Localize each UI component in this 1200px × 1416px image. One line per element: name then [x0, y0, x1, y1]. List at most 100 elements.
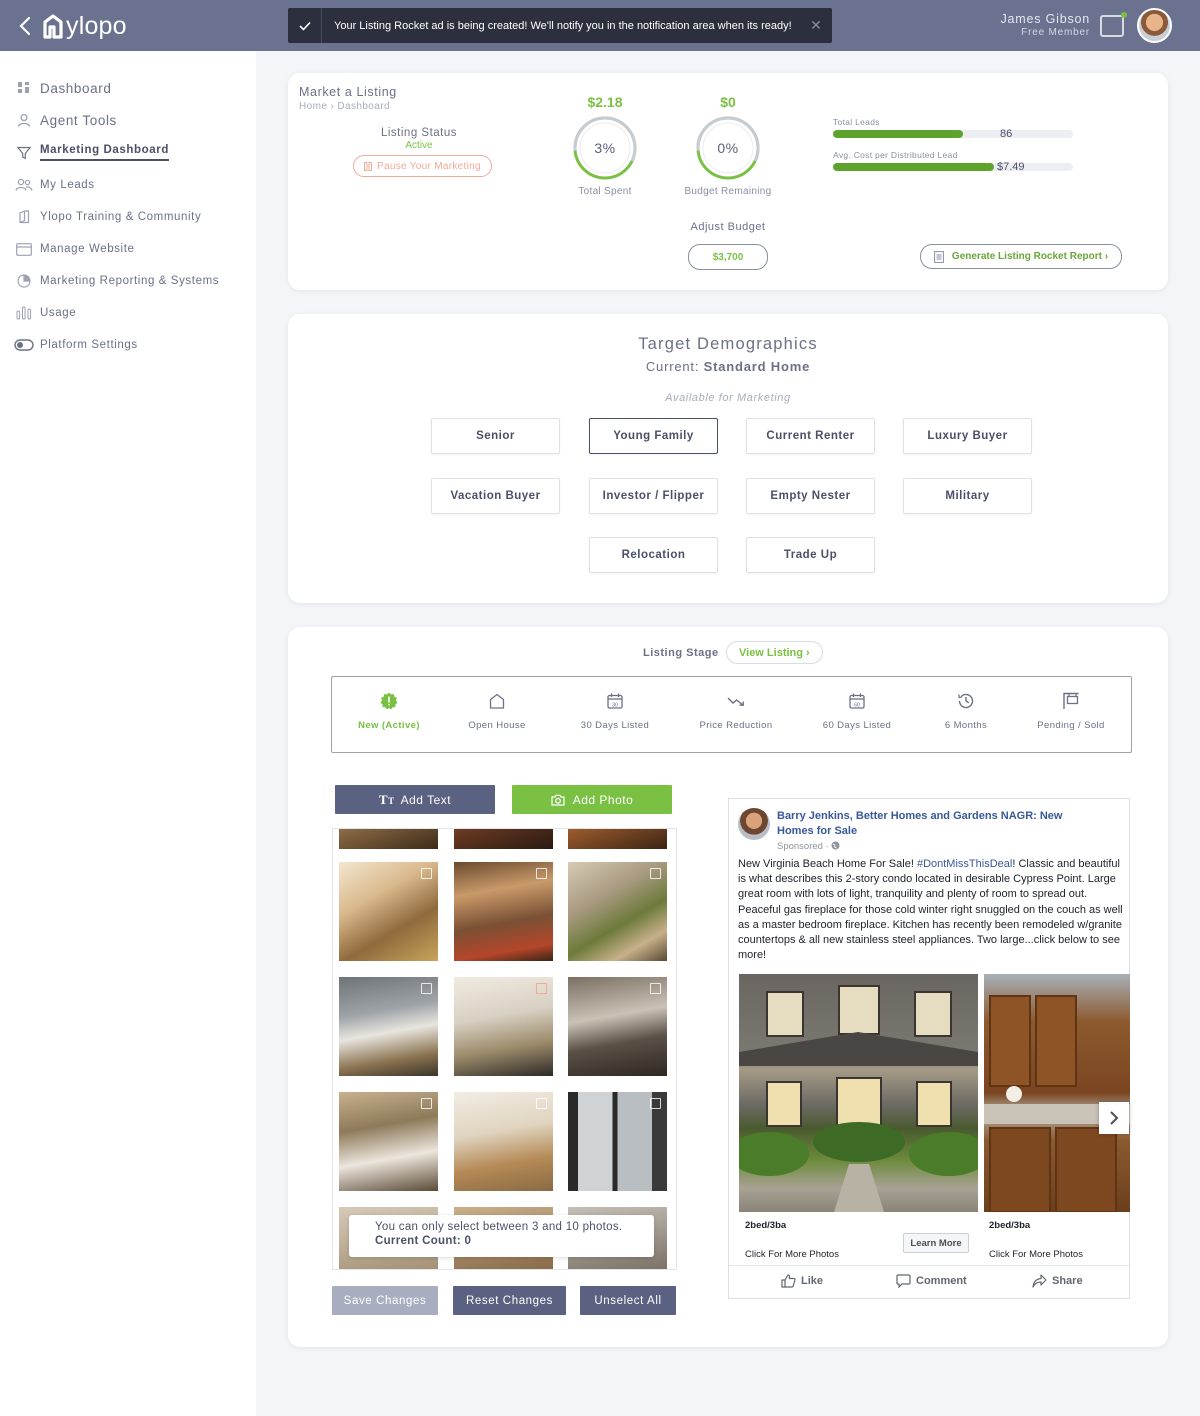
unselect-all-button[interactable]: Unselect All — [580, 1286, 676, 1315]
sidebar-item-label: Marketing Dashboard — [40, 144, 169, 161]
photo-checkbox[interactable] — [421, 983, 432, 994]
pause-marketing-button[interactable]: Pause Your Marketing — [353, 155, 492, 177]
notification-dot — [1121, 12, 1127, 18]
photo-thumbnail[interactable] — [568, 977, 667, 1076]
photo-checkbox[interactable] — [650, 1098, 661, 1109]
calendar-30-text: 30 — [612, 702, 618, 708]
photo-thumbnail[interactable] — [454, 977, 553, 1076]
camera-icon — [551, 794, 565, 806]
save-changes-button[interactable]: Save Changes — [332, 1286, 438, 1315]
demographic-luxury-buyer-button[interactable]: Luxury Buyer — [903, 418, 1032, 454]
photo-count-label: Current Count: — [375, 1235, 461, 1247]
stage-pending-sold[interactable]: Pending / Sold — [1016, 691, 1126, 731]
photo-thumbnail[interactable] — [454, 829, 553, 849]
stage-label: 60 Days Listed — [822, 720, 892, 731]
photo-count: Current Count: 0 — [375, 1235, 654, 1247]
total-leads-label: Total Leads — [833, 117, 880, 127]
close-icon[interactable]: ✕ — [800, 8, 832, 43]
demographic-current-renter-button[interactable]: Current Renter — [746, 418, 875, 454]
photo-thumbnail[interactable] — [339, 862, 438, 961]
toast-notification: Your Listing Rocket ad is being created!… — [288, 8, 832, 43]
photo-thumbnail[interactable] — [339, 1092, 438, 1191]
stage-label: 30 Days Listed — [580, 720, 650, 731]
notification-icon[interactable] — [1100, 15, 1124, 37]
photo-thumbnail[interactable] — [568, 829, 667, 849]
carousel-next-button[interactable] — [1099, 1102, 1129, 1134]
learn-more-button[interactable]: Learn More — [903, 1233, 969, 1253]
ad-card-image-kitchen[interactable] — [984, 974, 1130, 1212]
photo-thumbnail[interactable] — [339, 829, 438, 849]
sidebar-item-ylopo-training[interactable]: Ylopo Training & Community — [14, 209, 201, 225]
budget-value-button[interactable]: $3,700 — [688, 244, 768, 270]
ylopo-logo[interactable]: ylopo — [42, 10, 127, 42]
generate-report-label: Generate Listing Rocket Report › — [951, 251, 1109, 262]
stage-30-days-listed[interactable]: 30 30 Days Listed — [560, 691, 670, 731]
sidebar-item-dashboard[interactable]: Dashboard — [14, 80, 111, 96]
add-text-button[interactable]: TT Add Text — [335, 785, 495, 814]
total-leads-fill — [833, 130, 963, 138]
demographic-vacation-buyer-button[interactable]: Vacation Buyer — [431, 478, 560, 514]
demographic-investor-flipper-button[interactable]: Investor / Flipper — [589, 478, 718, 514]
photo-thumbnail[interactable] — [454, 862, 553, 961]
calendar-60-icon: 60 — [847, 691, 867, 711]
sidebar-item-usage[interactable]: Usage — [14, 305, 76, 321]
breadcrumb-home[interactable]: Home — [299, 101, 327, 112]
photo-checkbox[interactable] — [536, 1098, 547, 1109]
page-title: Market a Listing — [299, 85, 397, 99]
comment-button[interactable]: Comment — [896, 1274, 967, 1288]
sidebar-item-platform-settings[interactable]: Platform Settings — [14, 337, 138, 353]
sidebar-item-marketing-dashboard[interactable]: Marketing Dashboard — [14, 144, 169, 161]
photo-selection-message: You can only select between 3 and 10 pho… — [375, 1221, 623, 1233]
stage-6-months[interactable]: 6 Months — [911, 691, 1021, 731]
back-arrow-icon[interactable] — [16, 14, 36, 38]
photo-thumbnail[interactable] — [568, 1092, 667, 1191]
avg-cost-value: $7.49 — [997, 161, 1025, 173]
stage-60-days-listed[interactable]: 60 60 Days Listed — [802, 691, 912, 731]
ad-hashtag[interactable]: #DontMissThisDeal — [917, 858, 1012, 870]
ad-card-image-exterior[interactable] — [739, 974, 978, 1212]
user-role: Free Member — [1021, 27, 1090, 38]
pie-chart-icon — [14, 273, 34, 289]
view-listing-button[interactable]: View Listing › — [726, 641, 823, 664]
demographic-senior-button[interactable]: Senior — [431, 418, 560, 454]
sidebar-item-manage-website[interactable]: Manage Website — [14, 241, 135, 257]
photo-thumbnail[interactable] — [454, 1092, 553, 1191]
sponsored-label: Sponsored · — [777, 841, 840, 852]
photo-checkbox[interactable] — [650, 983, 661, 994]
generate-report-button[interactable]: Generate Listing Rocket Report › — [920, 244, 1122, 269]
photo-thumbnail[interactable] — [568, 862, 667, 961]
demographic-relocation-button[interactable]: Relocation — [589, 537, 718, 573]
like-button[interactable]: Like — [781, 1274, 823, 1288]
ad-card-title: 2bed/3ba — [989, 1220, 1031, 1231]
advertiser-page-name[interactable]: Barry Jenkins, Better Homes and Gardens … — [777, 809, 1097, 839]
photo-checkbox[interactable] — [421, 868, 432, 879]
photo-checkbox[interactable] — [536, 868, 547, 879]
ad-headline-end: ! — [1012, 858, 1016, 870]
demographic-military-button[interactable]: Military — [903, 478, 1032, 514]
user-info[interactable]: James Gibson Free Member — [1001, 12, 1091, 38]
add-photo-button[interactable]: Add Photo — [512, 785, 672, 814]
sidebar-item-my-leads[interactable]: My Leads — [14, 177, 95, 193]
breadcrumb-dashboard[interactable]: Dashboard — [337, 101, 390, 112]
demographic-empty-nester-button[interactable]: Empty Nester — [746, 478, 875, 514]
photo-checkbox[interactable] — [650, 868, 661, 879]
photo-checkbox[interactable] — [421, 1098, 432, 1109]
listing-stage-selector: New (Active) Open House 30 30 Days Liste… — [331, 676, 1132, 753]
stage-new-active[interactable]: New (Active) — [334, 691, 444, 731]
photo-checkbox[interactable] — [536, 983, 547, 994]
ad-card-cta[interactable]: Click For More Photos — [989, 1249, 1083, 1260]
listing-status-label: Listing Status — [380, 127, 458, 139]
stage-price-reduction[interactable]: Price Reduction — [681, 691, 791, 731]
sponsored-text: Sponsored · — [777, 841, 829, 852]
avatar[interactable] — [1137, 8, 1172, 43]
sidebar-item-marketing-reporting[interactable]: Marketing Reporting & Systems — [14, 273, 219, 289]
ad-card-cta[interactable]: Click For More Photos — [745, 1249, 839, 1260]
demographic-young-family-button[interactable]: Young Family — [589, 418, 718, 454]
share-button[interactable]: Share — [1032, 1274, 1083, 1288]
sidebar-item-agent-tools[interactable]: Agent Tools — [14, 112, 117, 128]
demographic-trade-up-button[interactable]: Trade Up — [746, 537, 875, 573]
photo-thumbnail[interactable] — [339, 977, 438, 1076]
reset-changes-button[interactable]: Reset Changes — [453, 1286, 566, 1315]
target-demographics-title: Target Demographics — [638, 335, 818, 353]
stage-open-house[interactable]: Open House — [442, 691, 552, 731]
